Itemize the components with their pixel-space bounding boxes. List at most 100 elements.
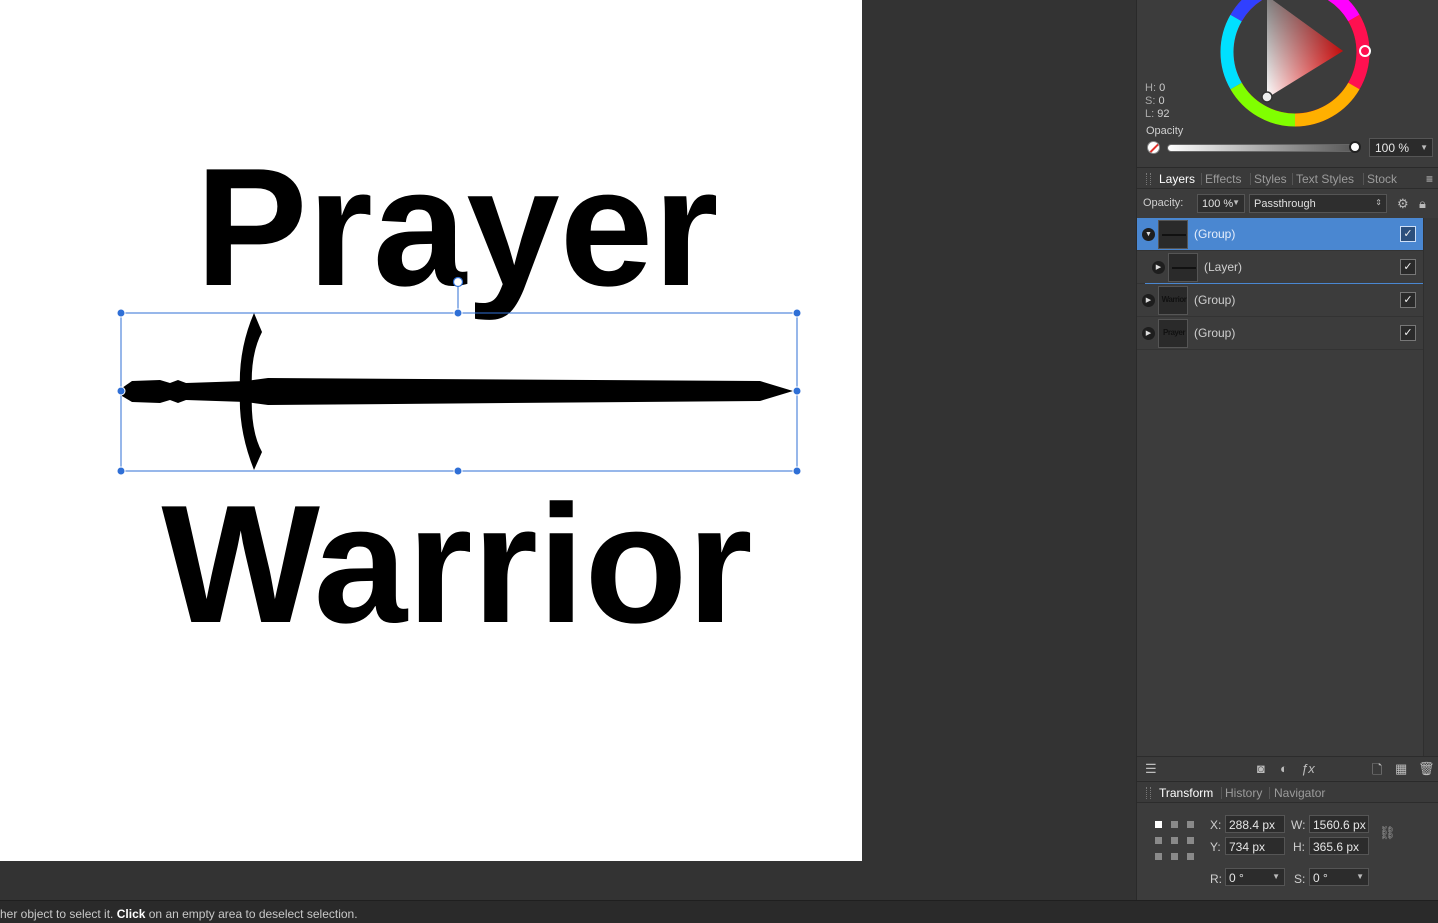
no-color-icon[interactable] [1147, 141, 1160, 154]
tab-stock[interactable]: Stock [1367, 172, 1397, 186]
h-label: H: [1145, 82, 1156, 94]
tab-separator [1292, 173, 1293, 185]
gear-icon[interactable]: ⚙ [1397, 196, 1409, 212]
disclosure-open-icon[interactable]: ▼ [1142, 228, 1155, 241]
visibility-checkbox[interactable]: ✓ [1400, 325, 1416, 341]
opacity-slider-knob[interactable] [1349, 141, 1361, 153]
layer-row-layer[interactable]: ▶ (Layer) ✓ [1137, 251, 1423, 284]
mask-icon[interactable]: ◙ [1257, 761, 1265, 776]
chevron-down-icon[interactable]: ▼ [1420, 143, 1428, 152]
chevron-down-icon[interactable]: ▼ [1356, 872, 1364, 881]
sword-graphic[interactable] [122, 313, 793, 470]
tab-separator [1221, 787, 1222, 799]
document-page[interactable]: Prayer Warrior [0, 0, 862, 861]
right-panel: H: 0 S: 0 L: 92 Opacity 100 % ▼ Layers E… [1136, 0, 1438, 900]
handle-mr [792, 386, 802, 396]
rotate-handle [452, 276, 464, 288]
transform-tabbar: Transform History Navigator [1137, 781, 1438, 803]
tab-navigator[interactable]: Navigator [1274, 786, 1325, 800]
layer-options-bar: Opacity: 100 % ▼ Passthrough ⇕ ⚙ 🔒︎ [1137, 190, 1438, 218]
disclosure-closed-icon[interactable]: ▶ [1142, 327, 1155, 340]
status-suffix: on an empty area to deselect selection. [145, 907, 358, 921]
s-label: S: [1145, 95, 1156, 107]
opacity-slider[interactable] [1167, 144, 1357, 152]
tab-text-styles[interactable]: Text Styles [1296, 172, 1354, 186]
tab-effects[interactable]: Effects [1205, 172, 1241, 186]
layer-thumbnail: Warrior [1158, 286, 1188, 315]
artwork[interactable]: Prayer Warrior [0, 0, 862, 861]
layer-row-group-prayer[interactable]: ▶ Prayer (Group) ✓ [1137, 317, 1423, 350]
h-value: 0 [1159, 82, 1166, 94]
grip-icon[interactable] [1146, 173, 1151, 185]
layer-thumbnail: Prayer [1158, 319, 1188, 348]
layers-list: ▼ (Group) ✓ ▶ (Layer) ✓ ▶ Warrior (Group… [1137, 218, 1423, 756]
tab-separator [1363, 173, 1364, 185]
layer-row-group-warrior[interactable]: ▶ Warrior (Group) ✓ [1137, 284, 1423, 317]
handle-bm [453, 466, 463, 476]
layers-tabbar: Layers Effects Styles Text Styles Stock … [1137, 167, 1438, 189]
chevron-down-icon[interactable]: ▼ [1232, 198, 1240, 207]
prayer-text[interactable]: Prayer [195, 133, 718, 321]
color-wheel[interactable] [1137, 0, 1438, 135]
tab-transform[interactable]: Transform [1159, 786, 1213, 800]
adjustment-icon[interactable]: ◐ [1280, 761, 1288, 776]
y-field[interactable]: 734 px [1225, 837, 1285, 855]
trash-icon[interactable]: 🗑︎ [1418, 761, 1435, 777]
x-field[interactable]: 288.4 px [1225, 815, 1285, 833]
blend-mode-select[interactable]: Passthrough ⇕ [1249, 194, 1387, 213]
layer-name[interactable]: (Layer) [1204, 260, 1242, 274]
fx-icon[interactable]: ƒx [1301, 761, 1315, 776]
canvas-area[interactable]: Prayer Warrior [0, 0, 1136, 900]
anchor-point-selector[interactable] [1155, 821, 1195, 861]
layers-footer: ☰ ◙ ◐ ƒx 🗋︎ ▦ 🗑︎ [1137, 756, 1438, 780]
app-window: Prayer Warrior H: 0 S: 0 L: 92 Opacity 1… [0, 0, 1438, 923]
updown-arrows-icon[interactable]: ⇕ [1375, 198, 1382, 207]
w-label: W: [1291, 818, 1306, 832]
handle-tl [116, 308, 126, 318]
color-picker-knob [1261, 91, 1273, 103]
y-label: Y: [1210, 840, 1221, 854]
panel-menu-icon[interactable]: ≡ [1426, 172, 1433, 186]
opacity-label: Opacity [1146, 125, 1184, 137]
chevron-down-icon[interactable]: ▼ [1272, 872, 1280, 881]
visibility-checkbox[interactable]: ✓ [1400, 259, 1416, 275]
warrior-text[interactable]: Warrior [161, 470, 752, 658]
tab-history[interactable]: History [1225, 786, 1262, 800]
disclosure-closed-icon[interactable]: ▶ [1152, 261, 1165, 274]
layer-name[interactable]: (Group) [1194, 227, 1235, 241]
tab-styles[interactable]: Styles [1254, 172, 1287, 186]
pixel-layer-icon[interactable]: ▦ [1395, 761, 1407, 777]
lock-icon[interactable]: 🔒︎ [1419, 196, 1426, 212]
link-icon[interactable]: ⛓ [1379, 825, 1396, 841]
r-label: R: [1210, 872, 1222, 886]
tab-layers[interactable]: Layers [1159, 172, 1195, 186]
layer-name[interactable]: (Group) [1194, 293, 1235, 307]
status-bold: Click [116, 907, 146, 921]
handle-tm [453, 308, 463, 318]
visibility-checkbox[interactable]: ✓ [1400, 226, 1416, 242]
layer-row-group-sword[interactable]: ▼ (Group) ✓ [1137, 218, 1423, 251]
w-field[interactable]: 1560.6 px [1309, 815, 1369, 833]
layers-stack-icon[interactable]: ☰ [1145, 761, 1157, 777]
layer-name[interactable]: (Group) [1194, 326, 1235, 340]
visibility-checkbox[interactable]: ✓ [1400, 292, 1416, 308]
layer-thumbnail [1168, 253, 1198, 282]
layer-opacity-label: Opacity: [1143, 197, 1184, 209]
layer-opacity-field[interactable]: 100 % ▼ [1197, 194, 1245, 213]
color-panel: H: 0 S: 0 L: 92 Opacity 100 % ▼ [1137, 0, 1438, 166]
disclosure-closed-icon[interactable]: ▶ [1142, 294, 1155, 307]
transform-panel: X: 288.4 px W: 1560.6 px ⛓ Y: 734 px H: … [1137, 804, 1438, 900]
shear-value: 0 ° [1313, 871, 1328, 885]
handle-bl [116, 466, 126, 476]
h-field[interactable]: 365.6 px [1309, 837, 1369, 855]
tab-separator [1269, 787, 1270, 799]
rotation-field[interactable]: 0 ° ▼ [1225, 868, 1285, 886]
hsl-readout: H: 0 S: 0 L: 92 [1145, 82, 1170, 121]
thumbnail-text: Prayer [1163, 328, 1185, 337]
grip-icon[interactable] [1146, 787, 1151, 799]
opacity-field[interactable]: 100 % ▼ [1369, 138, 1433, 157]
layers-scrollbar[interactable] [1423, 218, 1438, 756]
shear-field[interactable]: 0 ° ▼ [1309, 868, 1369, 886]
new-layer-icon[interactable]: 🗋︎ [1372, 761, 1382, 783]
l-value: 92 [1157, 108, 1170, 120]
